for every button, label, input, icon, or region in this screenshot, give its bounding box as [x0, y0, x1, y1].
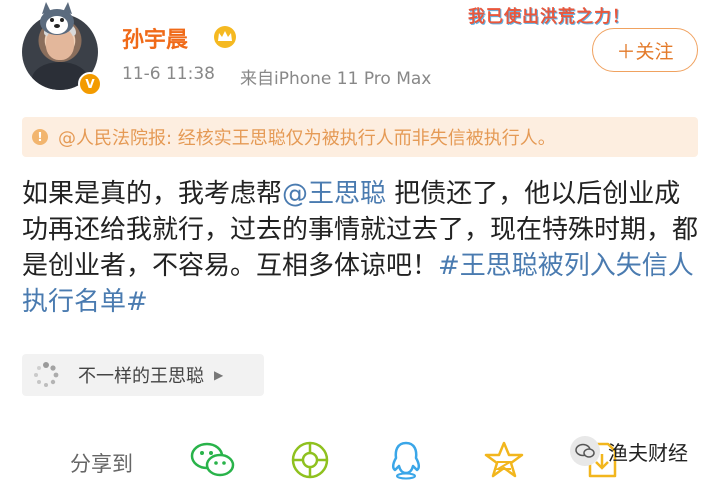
- verified-badge-icon: V: [78, 72, 102, 96]
- post-content: 如果是真的，我考虑帮@王思聪 把债还了，他以后创业成功再还给我就行，过去的事情就…: [22, 176, 702, 320]
- post-time: 11-6 11:38: [122, 64, 215, 84]
- header-slogan: 我已使出洪荒之力！: [468, 7, 630, 27]
- post-text-part1: 如果是真的，我考虑帮: [22, 179, 283, 209]
- notice-bar[interactable]: ! @人民法院报: 经核实王思聪仅为被执行人而非失信被执行人。: [22, 117, 698, 157]
- watermark-text: 渔夫财经: [608, 440, 688, 465]
- wechat-account-icon: [570, 436, 600, 466]
- username[interactable]: 孙宇晨: [122, 22, 188, 54]
- mention-link[interactable]: @王思聪: [282, 179, 386, 209]
- crown-icon: [214, 26, 236, 48]
- qq-icon[interactable]: [388, 440, 424, 480]
- link-card-label: 不一样的王思聪: [78, 366, 204, 387]
- share-label: 分享到: [70, 452, 133, 476]
- qzone-icon[interactable]: [484, 440, 524, 480]
- warning-icon: !: [32, 129, 48, 145]
- follow-button[interactable]: ＋关注: [592, 28, 698, 72]
- loading-icon: [34, 362, 59, 387]
- husky-mascot-icon: [40, 2, 74, 35]
- moments-icon[interactable]: [290, 440, 330, 480]
- notice-text: @人民法院报: 经核实王思聪仅为被执行人而非失信被执行人。: [58, 128, 556, 149]
- watermark: 渔夫财经: [570, 436, 688, 466]
- link-card[interactable]: 不一样的王思聪 ▶: [22, 354, 264, 396]
- wechat-icon[interactable]: [190, 440, 236, 480]
- post-source: 来自iPhone 11 Pro Max: [240, 69, 432, 89]
- chevron-right-icon: ▶: [214, 368, 224, 382]
